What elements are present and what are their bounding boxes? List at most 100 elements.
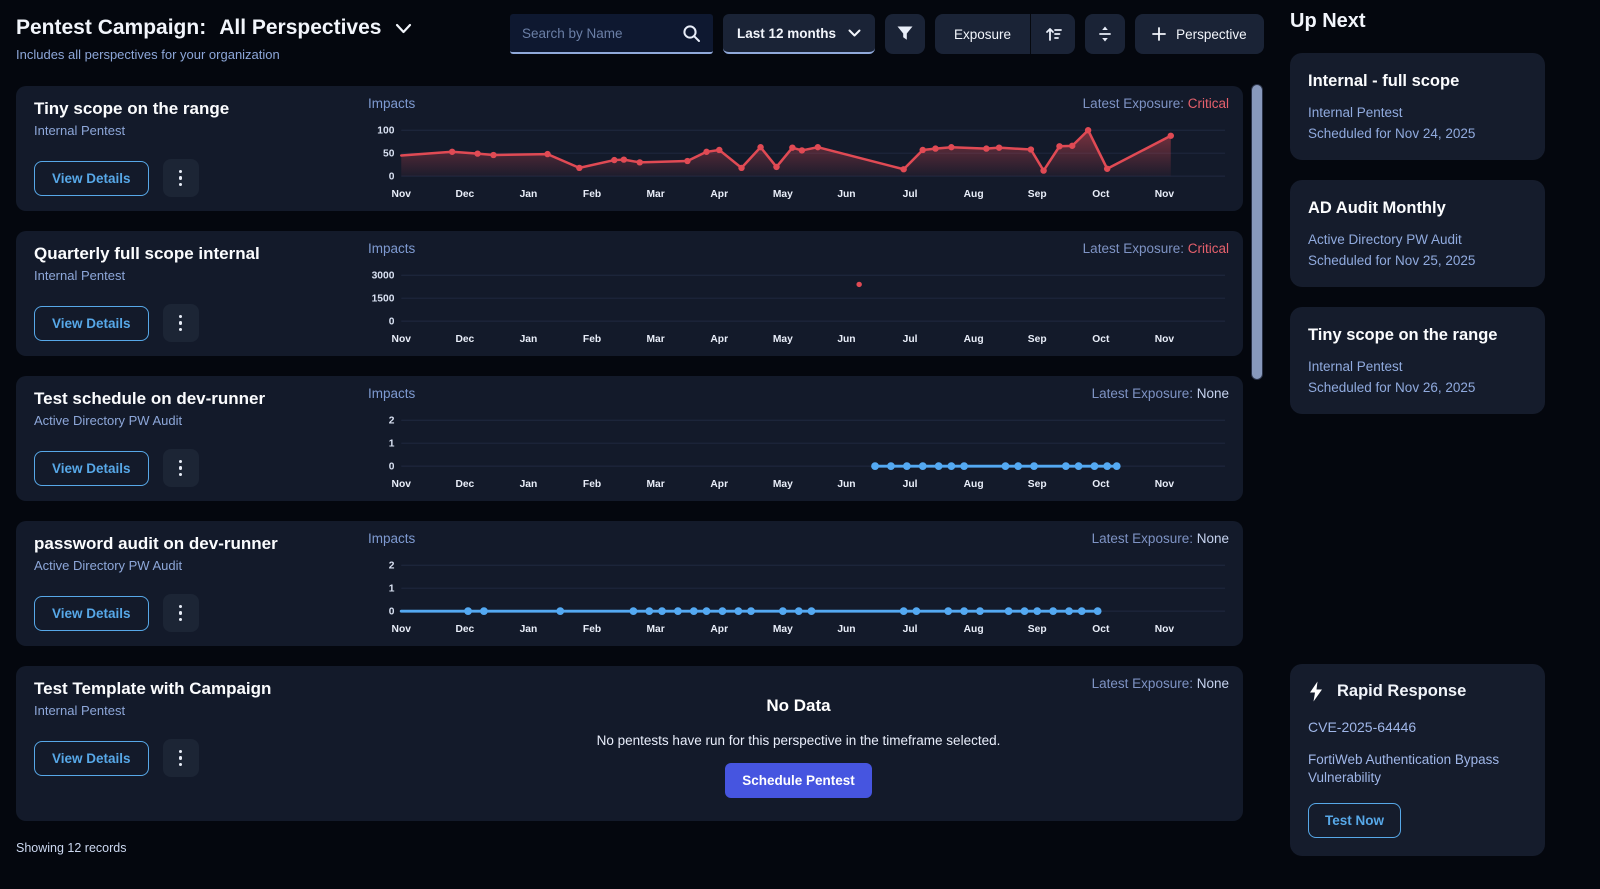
row-info: Tiny scope on the range Internal Pentest V…	[16, 86, 356, 211]
kebab-icon	[179, 170, 183, 187]
latest-exposure-value: None	[1197, 531, 1229, 546]
svg-text:Oct: Oct	[1092, 624, 1110, 635]
view-details-button[interactable]: View Details	[34, 161, 149, 196]
row-menu-button[interactable]	[163, 739, 199, 777]
upnext-title: Up Next	[1290, 10, 1545, 33]
chart-title: Impacts	[368, 530, 415, 548]
row-menu-button[interactable]	[163, 449, 199, 487]
row-menu-button[interactable]	[163, 304, 199, 342]
row-type: Internal Pentest	[34, 703, 356, 718]
latest-exposure-value: Critical	[1188, 241, 1229, 256]
upnext-sidebar: Up Next Internal - full scope Internal Pe…	[1274, 0, 1600, 889]
campaign-row: Tiny scope on the range Internal Pentest V…	[16, 86, 1243, 211]
scrollbar-thumb[interactable]	[1251, 84, 1263, 380]
topbar: Pentest Campaign: All Perspectives Inclu…	[16, 14, 1274, 86]
svg-text:May: May	[773, 189, 793, 200]
svg-text:Jan: Jan	[520, 624, 538, 635]
rapid-response-title: Rapid Response	[1337, 682, 1466, 701]
view-details-button[interactable]: View Details	[34, 741, 149, 776]
latest-exposure: Latest Exposure: None	[1092, 530, 1229, 548]
svg-text:Jan: Jan	[520, 189, 538, 200]
latest-exposure: Latest Exposure: Critical	[1083, 240, 1229, 258]
svg-text:Sep: Sep	[1028, 624, 1047, 635]
row-actions: View Details	[34, 159, 356, 197]
row-title: Tiny scope on the range	[34, 99, 356, 119]
view-details-button[interactable]: View Details	[34, 596, 149, 631]
svg-text:Aug: Aug	[964, 189, 984, 200]
svg-text:Jul: Jul	[903, 334, 918, 345]
svg-text:Aug: Aug	[964, 334, 984, 345]
no-data-message: No pentests have run for this perspectiv…	[597, 733, 1001, 748]
lightning-bolt-icon	[1308, 681, 1324, 702]
test-now-button[interactable]: Test Now	[1308, 803, 1401, 838]
app-root: Pentest Campaign: All Perspectives Inclu…	[0, 0, 1600, 889]
svg-text:Apr: Apr	[710, 479, 728, 490]
timeframe-select[interactable]: Last 12 months	[723, 14, 875, 54]
campaign-row: Test Template with Campaign Internal Pent…	[16, 666, 1243, 821]
chevron-down-icon	[395, 23, 412, 34]
add-perspective-button[interactable]: Perspective	[1135, 14, 1264, 54]
svg-text:Jun: Jun	[837, 334, 855, 345]
row-menu-button[interactable]	[163, 159, 199, 197]
svg-text:Jul: Jul	[903, 624, 918, 635]
chart-title: Impacts	[368, 95, 415, 113]
upnext-card-type: Internal Pentest	[1308, 105, 1527, 120]
svg-text:May: May	[773, 334, 793, 345]
upnext-card-title: Internal - full scope	[1308, 72, 1527, 91]
row-chart-area: ImpactsLatest Exposure: None012NovDecJan…	[356, 376, 1243, 501]
latest-exposure-value: Critical	[1188, 96, 1229, 111]
svg-text:Jan: Jan	[520, 479, 538, 490]
svg-text:May: May	[773, 624, 793, 635]
svg-text:Jun: Jun	[837, 624, 855, 635]
sort-field-button[interactable]: Exposure	[935, 14, 1030, 54]
row-type: Internal Pentest	[34, 123, 356, 138]
svg-text:Aug: Aug	[964, 624, 984, 635]
scrollbar-track[interactable]	[1248, 84, 1266, 819]
row-title: Test Template with Campaign	[34, 679, 356, 699]
row-height-button[interactable]	[1085, 14, 1125, 54]
upnext-card-type: Internal Pentest	[1308, 359, 1527, 374]
row-chart-area: ImpactsLatest Exposure: None012NovDecJan…	[356, 521, 1243, 646]
upnext-card-type: Active Directory PW Audit	[1308, 232, 1527, 247]
add-perspective-label: Perspective	[1176, 27, 1247, 42]
svg-text:Nov: Nov	[1155, 189, 1175, 200]
svg-text:Jun: Jun	[837, 189, 855, 200]
sort-field-group: Exposure	[935, 14, 1075, 54]
svg-text:Jun: Jun	[837, 479, 855, 490]
selected-perspective: All Perspectives	[219, 16, 381, 40]
row-info: Test schedule on dev-runnerActive Direct…	[16, 376, 356, 501]
row-menu-button[interactable]	[163, 594, 199, 632]
timeframe-value: Last 12 months	[737, 26, 836, 41]
row-actions: View Details	[34, 594, 356, 632]
filter-button[interactable]	[885, 14, 925, 54]
latest-exposure-label: Latest Exposure:	[1083, 96, 1188, 111]
svg-text:Aug: Aug	[964, 479, 984, 490]
no-data-block: No DataNo pentests have run for this per…	[368, 693, 1229, 819]
campaign-row: Test schedule on dev-runnerActive Direct…	[16, 376, 1243, 501]
sort-ascending-icon	[1044, 25, 1062, 43]
view-details-button[interactable]: View Details	[34, 306, 149, 341]
row-type: Active Directory PW Audit	[34, 413, 356, 428]
sort-direction-button[interactable]	[1031, 14, 1075, 54]
schedule-pentest-button[interactable]: Schedule Pentest	[725, 763, 872, 798]
svg-text:Nov: Nov	[392, 334, 412, 345]
svg-text:100: 100	[377, 126, 394, 137]
impacts-chart: 012NovDecJanFebMarAprMayJunJulAugSepOctN…	[368, 403, 1229, 491]
row-title: Quarterly full scope internal	[34, 244, 356, 264]
upnext-card-title: Tiny scope on the range	[1308, 326, 1527, 345]
row-actions: View Details	[34, 449, 356, 487]
view-details-button[interactable]: View Details	[34, 451, 149, 486]
perspective-selector[interactable]: All Perspectives	[219, 16, 412, 40]
svg-text:0: 0	[389, 172, 395, 183]
rapid-response-header: Rapid Response	[1308, 681, 1527, 702]
svg-text:1: 1	[389, 439, 395, 450]
svg-text:Feb: Feb	[583, 624, 601, 635]
latest-exposure: Latest Exposure: Critical	[1083, 95, 1229, 113]
svg-text:Apr: Apr	[710, 624, 728, 635]
rapid-cve: CVE-2025-64446	[1308, 719, 1527, 735]
search-input[interactable]	[522, 26, 682, 41]
svg-text:Dec: Dec	[455, 624, 474, 635]
plus-icon	[1152, 27, 1166, 41]
chart-header: Impacts Latest Exposure: None	[368, 530, 1229, 548]
upnext-card: Tiny scope on the rangeInternal PentestS…	[1290, 307, 1545, 414]
